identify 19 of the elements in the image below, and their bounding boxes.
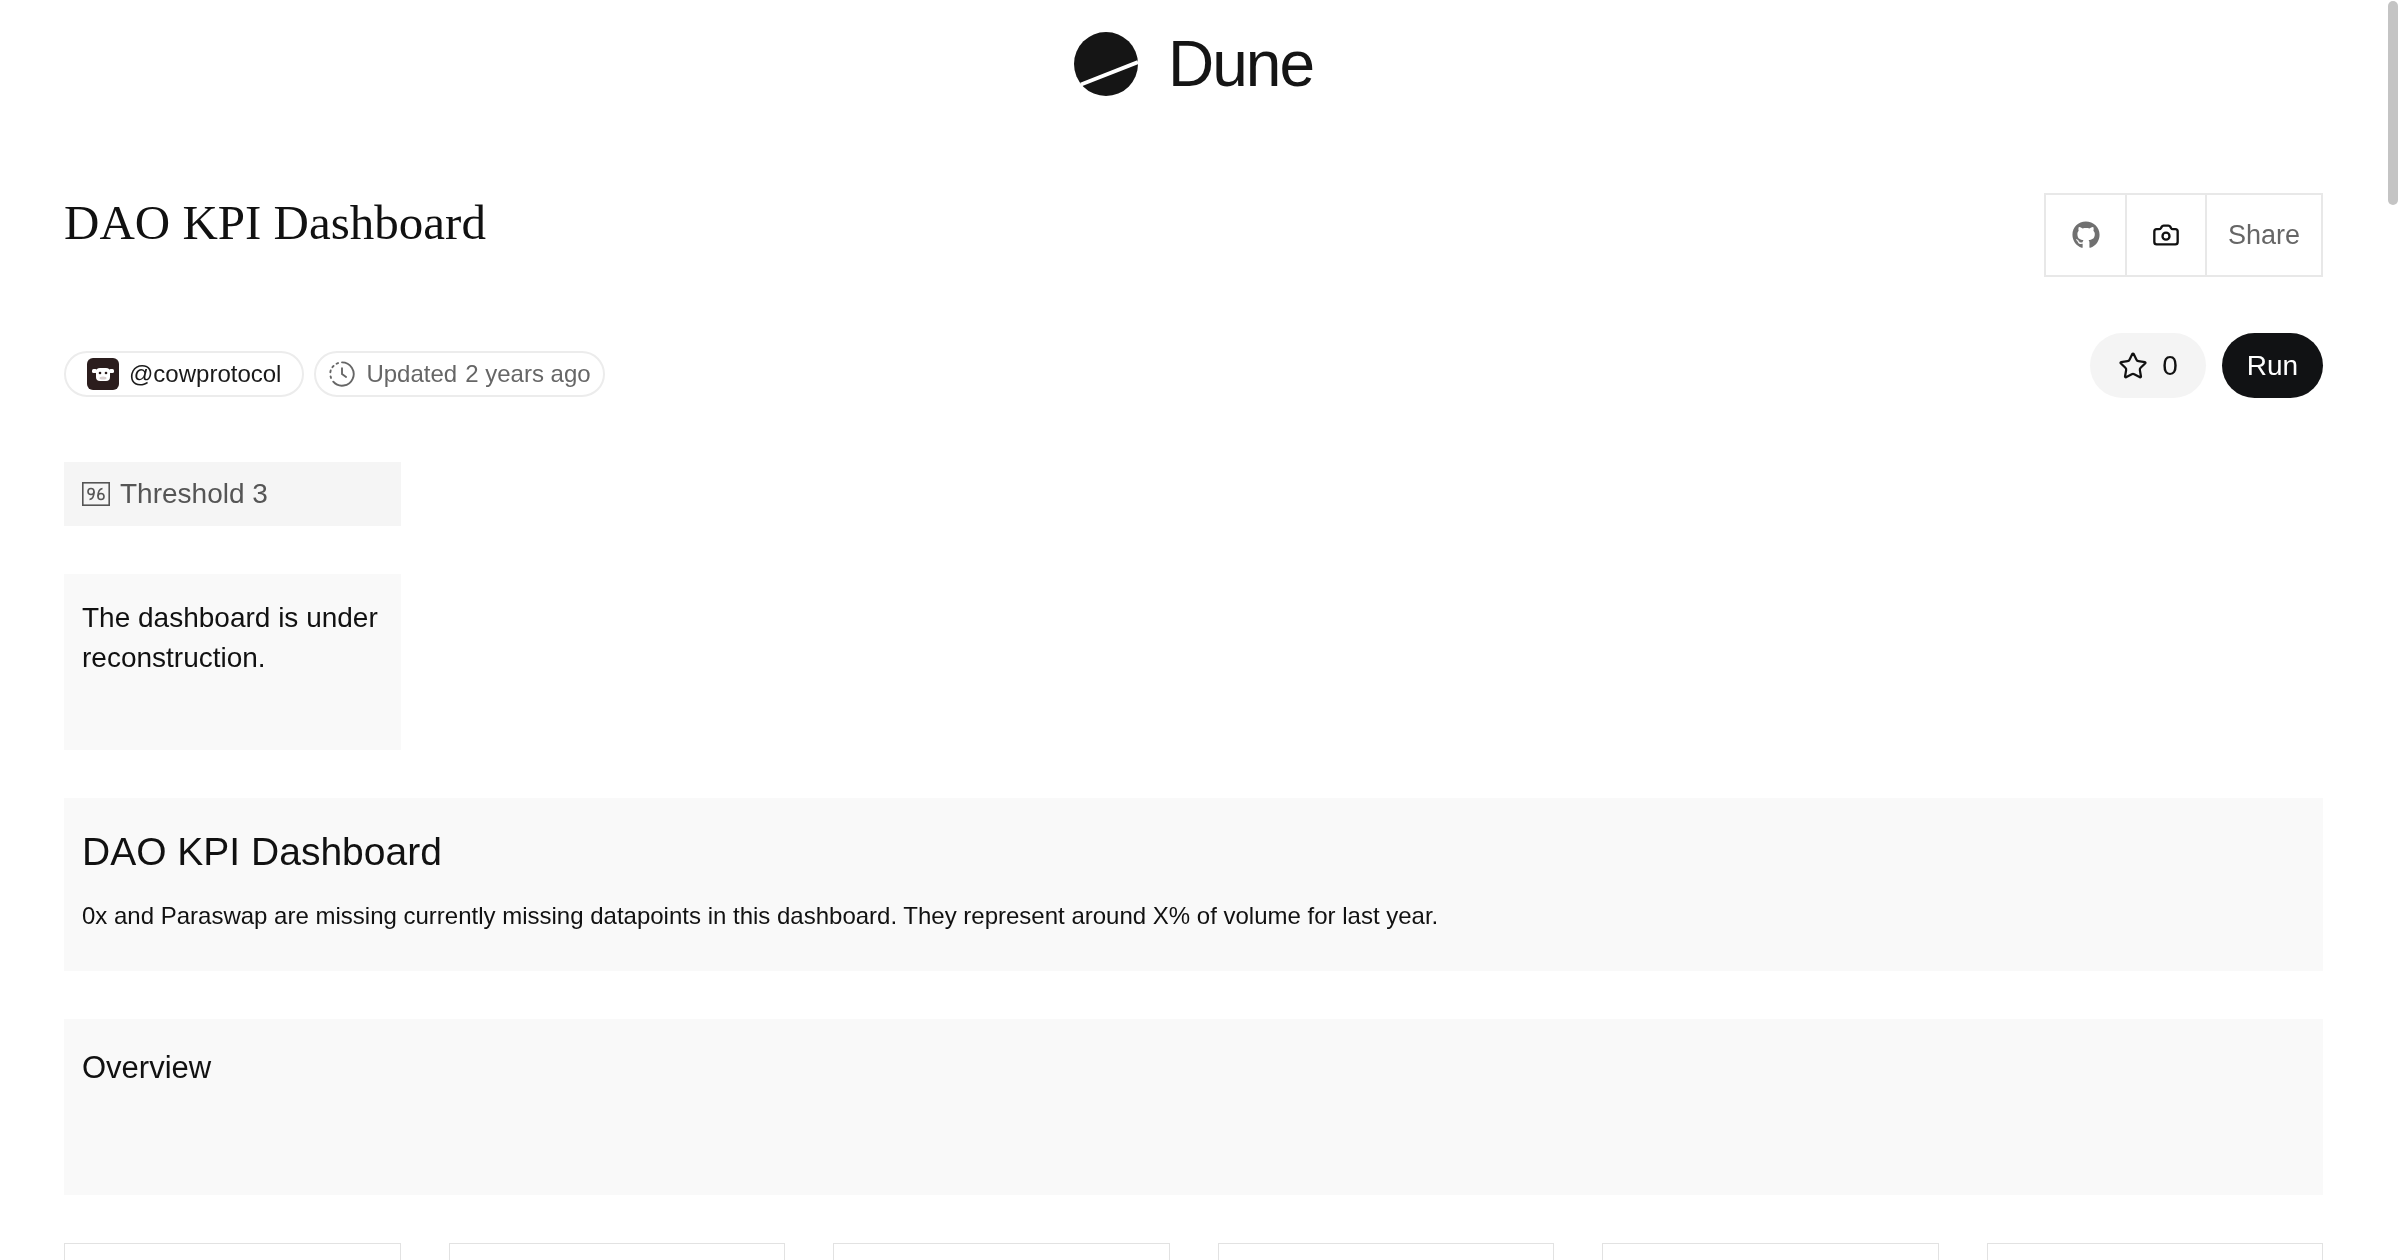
share-button[interactable]: Share <box>2205 195 2321 275</box>
parameter-field[interactable]: Threshold 3 <box>64 462 401 526</box>
run-button[interactable]: Run <box>2222 333 2323 398</box>
card-text: 0x and Paraswap are missing currently missing datapoints in this dashboard. They represent around X% of volume for last year. <box>82 901 1439 931</box>
updated-time: 2 years ago <box>465 359 591 389</box>
star-button[interactable]: 0 <box>2090 333 2206 398</box>
card-text: The dashboard is under reconstruction. <box>82 601 379 675</box>
card-heading: DAO KPI Dashboard <box>82 829 442 875</box>
dashboard-title: DAO KPI Dashboard <box>64 195 486 251</box>
logo-icon <box>1074 32 1138 96</box>
scrollbar-thumb[interactable] <box>2388 1 2398 205</box>
logo-wordmark: Dune <box>1168 28 1313 100</box>
updated-label: Updated <box>366 359 458 389</box>
avatar-icon <box>87 358 119 390</box>
clock-icon <box>328 360 357 388</box>
author-link[interactable]: @cowprotocol <box>64 351 305 397</box>
github-icon <box>2071 221 2100 249</box>
card-heading: Overview <box>82 1049 212 1087</box>
number-parameter-icon <box>82 482 110 506</box>
